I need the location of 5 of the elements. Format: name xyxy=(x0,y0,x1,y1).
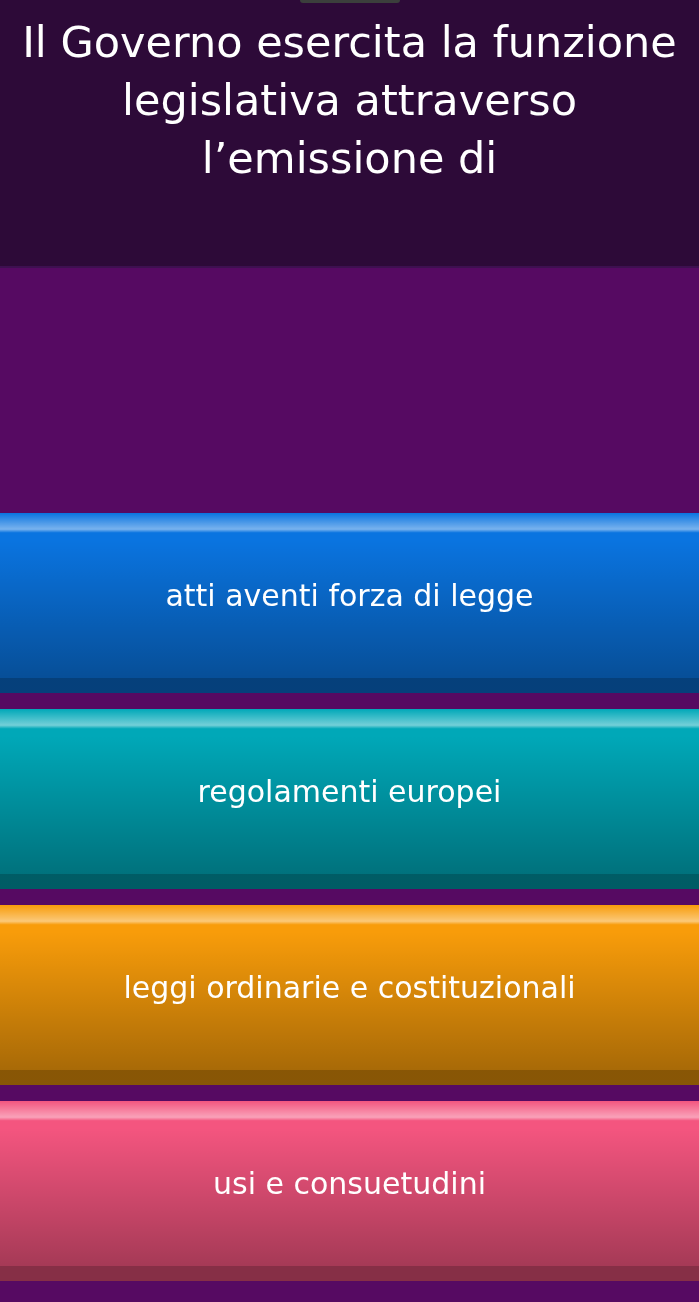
answer-button[interactable]: regolamenti europei xyxy=(0,709,699,889)
answer-button[interactable]: atti aventi forza di legge xyxy=(0,513,699,693)
answer-button[interactable]: usi e consuetudini xyxy=(0,1101,699,1281)
question-text: Il Governo esercita la funzione legislativa attraverso l’emissione di xyxy=(21,16,678,185)
answer-button[interactable]: leggi ordinarie e costituzionali xyxy=(0,905,699,1085)
